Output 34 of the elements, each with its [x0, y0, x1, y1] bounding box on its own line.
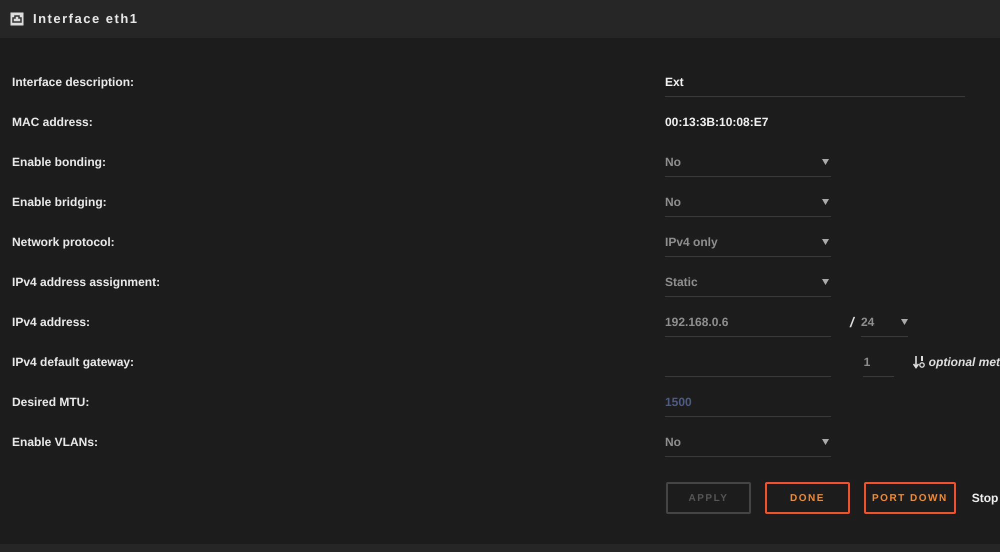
caret-icon: [901, 318, 908, 324]
mtu-field[interactable]: 1500: [665, 387, 831, 417]
caret-icon: [822, 158, 829, 164]
caret-icon: [822, 278, 829, 284]
field-label: Enable VLANs:: [11, 434, 100, 451]
field-label: Network protocol:: [11, 234, 116, 251]
dropdown[interactable]: No: [665, 427, 831, 457]
mac-address-value: 00:13:3B:10:08:E7: [665, 114, 768, 131]
caret-icon: [822, 198, 829, 204]
field-label: Desired MTU:: [11, 394, 90, 411]
dropdown[interactable]: No: [665, 147, 831, 177]
network-port-icon: [10, 12, 24, 26]
metric-field[interactable]: 1: [862, 347, 894, 377]
status-text: Stop: [972, 490, 998, 507]
sort-numeric-icon: [912, 355, 926, 369]
dropdown[interactable]: IPv4 only: [665, 227, 831, 257]
field-label: IPv4 address:: [11, 314, 92, 331]
dropdown[interactable]: No: [665, 187, 831, 217]
action-button[interactable]: PORT DOWN: [864, 482, 956, 514]
field-label: IPv4 default gateway:: [11, 354, 136, 371]
field-label: Enable bridging:: [11, 194, 108, 211]
action-button[interactable]: DONE: [765, 482, 850, 514]
caret-icon: [822, 438, 829, 444]
field-label: Interface description:: [11, 74, 136, 91]
caret-icon: [822, 238, 829, 244]
field-label: Enable bonding:: [11, 154, 107, 171]
prefix-dropdown[interactable]: 24: [861, 307, 908, 337]
slash-separator: /: [850, 312, 856, 332]
dropdown[interactable]: Static: [665, 267, 831, 297]
text-field[interactable]: Ext: [665, 67, 965, 97]
ip-address-field[interactable]: 192.168.0.6: [665, 307, 831, 337]
field-label: MAC address:: [11, 114, 94, 131]
panel-title: Interface eth1: [33, 10, 139, 28]
field-label: IPv4 address assignment:: [11, 274, 162, 291]
